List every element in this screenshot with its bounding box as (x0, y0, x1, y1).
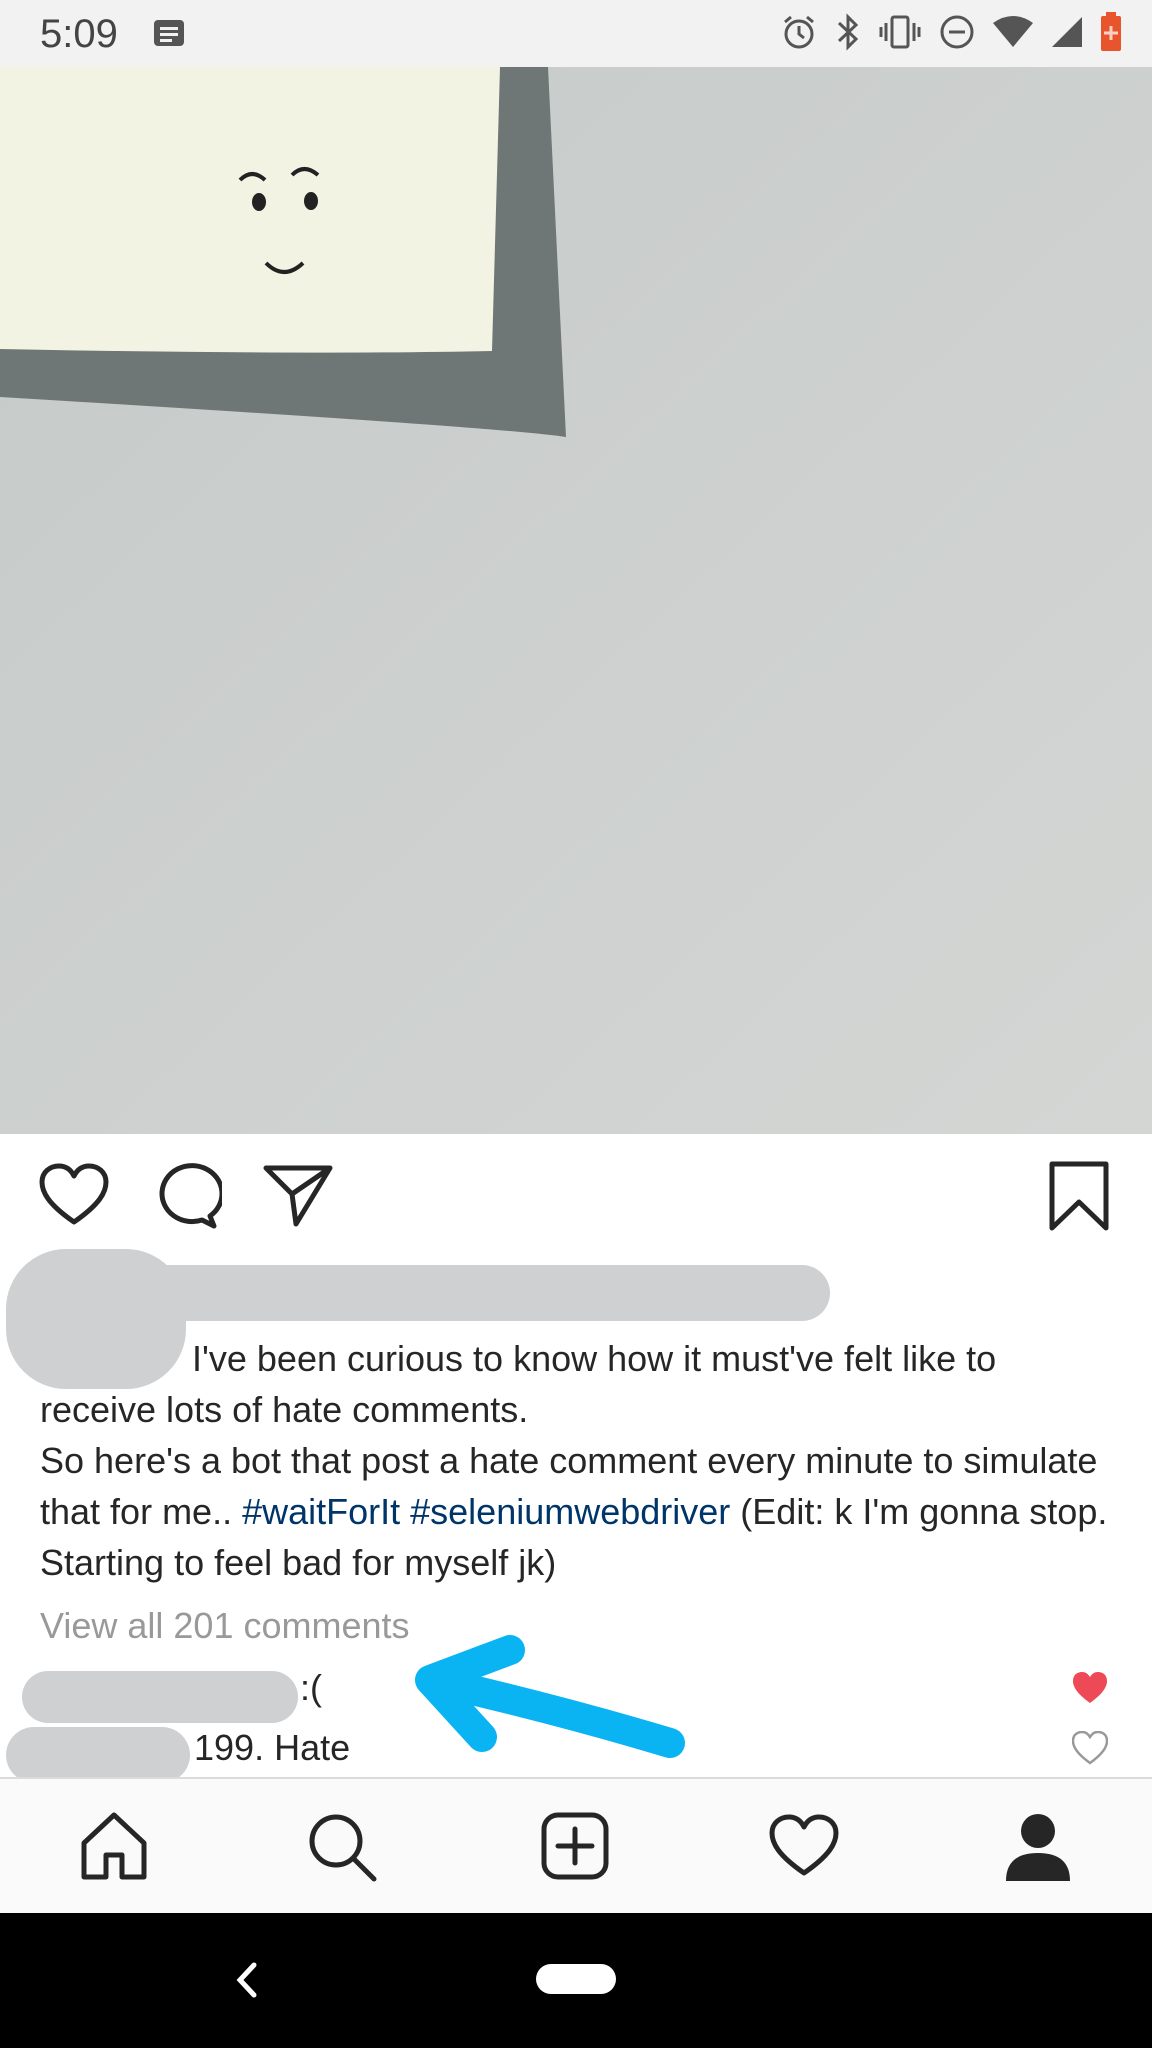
back-icon[interactable] (232, 1959, 262, 2006)
wifi-icon (992, 15, 1034, 49)
home-icon[interactable] (78, 1811, 150, 1886)
post-photo[interactable] (0, 67, 1152, 1134)
comment-text: 199. Hate (194, 1727, 351, 1768)
post-caption: I've been curious to know how it must've… (40, 1333, 1120, 1588)
battery-icon (1100, 12, 1122, 52)
redacted-username (22, 1671, 298, 1723)
status-time: 5:09 (40, 12, 118, 56)
new-post-icon[interactable] (540, 1811, 610, 1886)
bluetooth-icon (834, 13, 862, 51)
activity-icon[interactable] (768, 1811, 840, 1886)
alarm-icon (780, 13, 818, 51)
notification-icon (152, 18, 186, 53)
redacted-username-stroke (40, 1265, 830, 1321)
share-icon[interactable] (262, 1160, 334, 1237)
signal-icon (1050, 15, 1084, 49)
bookmark-icon[interactable] (1046, 1160, 1112, 1237)
comment-like-heart-icon[interactable] (1071, 1730, 1109, 1774)
hashtag-link[interactable]: #waitForIt (242, 1491, 400, 1532)
search-icon[interactable] (306, 1811, 378, 1888)
vibrate-icon (878, 13, 922, 51)
caption-text: I've been curious to know how it must've… (40, 1338, 997, 1430)
comment-text: :( (300, 1667, 322, 1708)
hashtag-link[interactable]: #seleniumwebdriver (410, 1491, 730, 1532)
home-pill-button[interactable] (536, 1964, 616, 1994)
sticky-note-face-image (0, 67, 1152, 1134)
comment-icon[interactable] (150, 1160, 225, 1237)
comment-liked-heart-icon[interactable] (1072, 1671, 1108, 1714)
view-all-comments-link[interactable]: View all 201 comments (40, 1605, 410, 1647)
system-navigation-bar (0, 1913, 1152, 2048)
post-actions (0, 1150, 1152, 1245)
dnd-icon (938, 13, 976, 51)
bottom-nav (0, 1777, 1152, 1915)
status-bar: 5:09 (0, 0, 1152, 67)
like-icon[interactable] (38, 1160, 110, 1237)
profile-icon[interactable] (1002, 1811, 1074, 1888)
redacted-username (6, 1727, 190, 1783)
comment-row: 199. Hate (0, 1717, 1152, 1783)
